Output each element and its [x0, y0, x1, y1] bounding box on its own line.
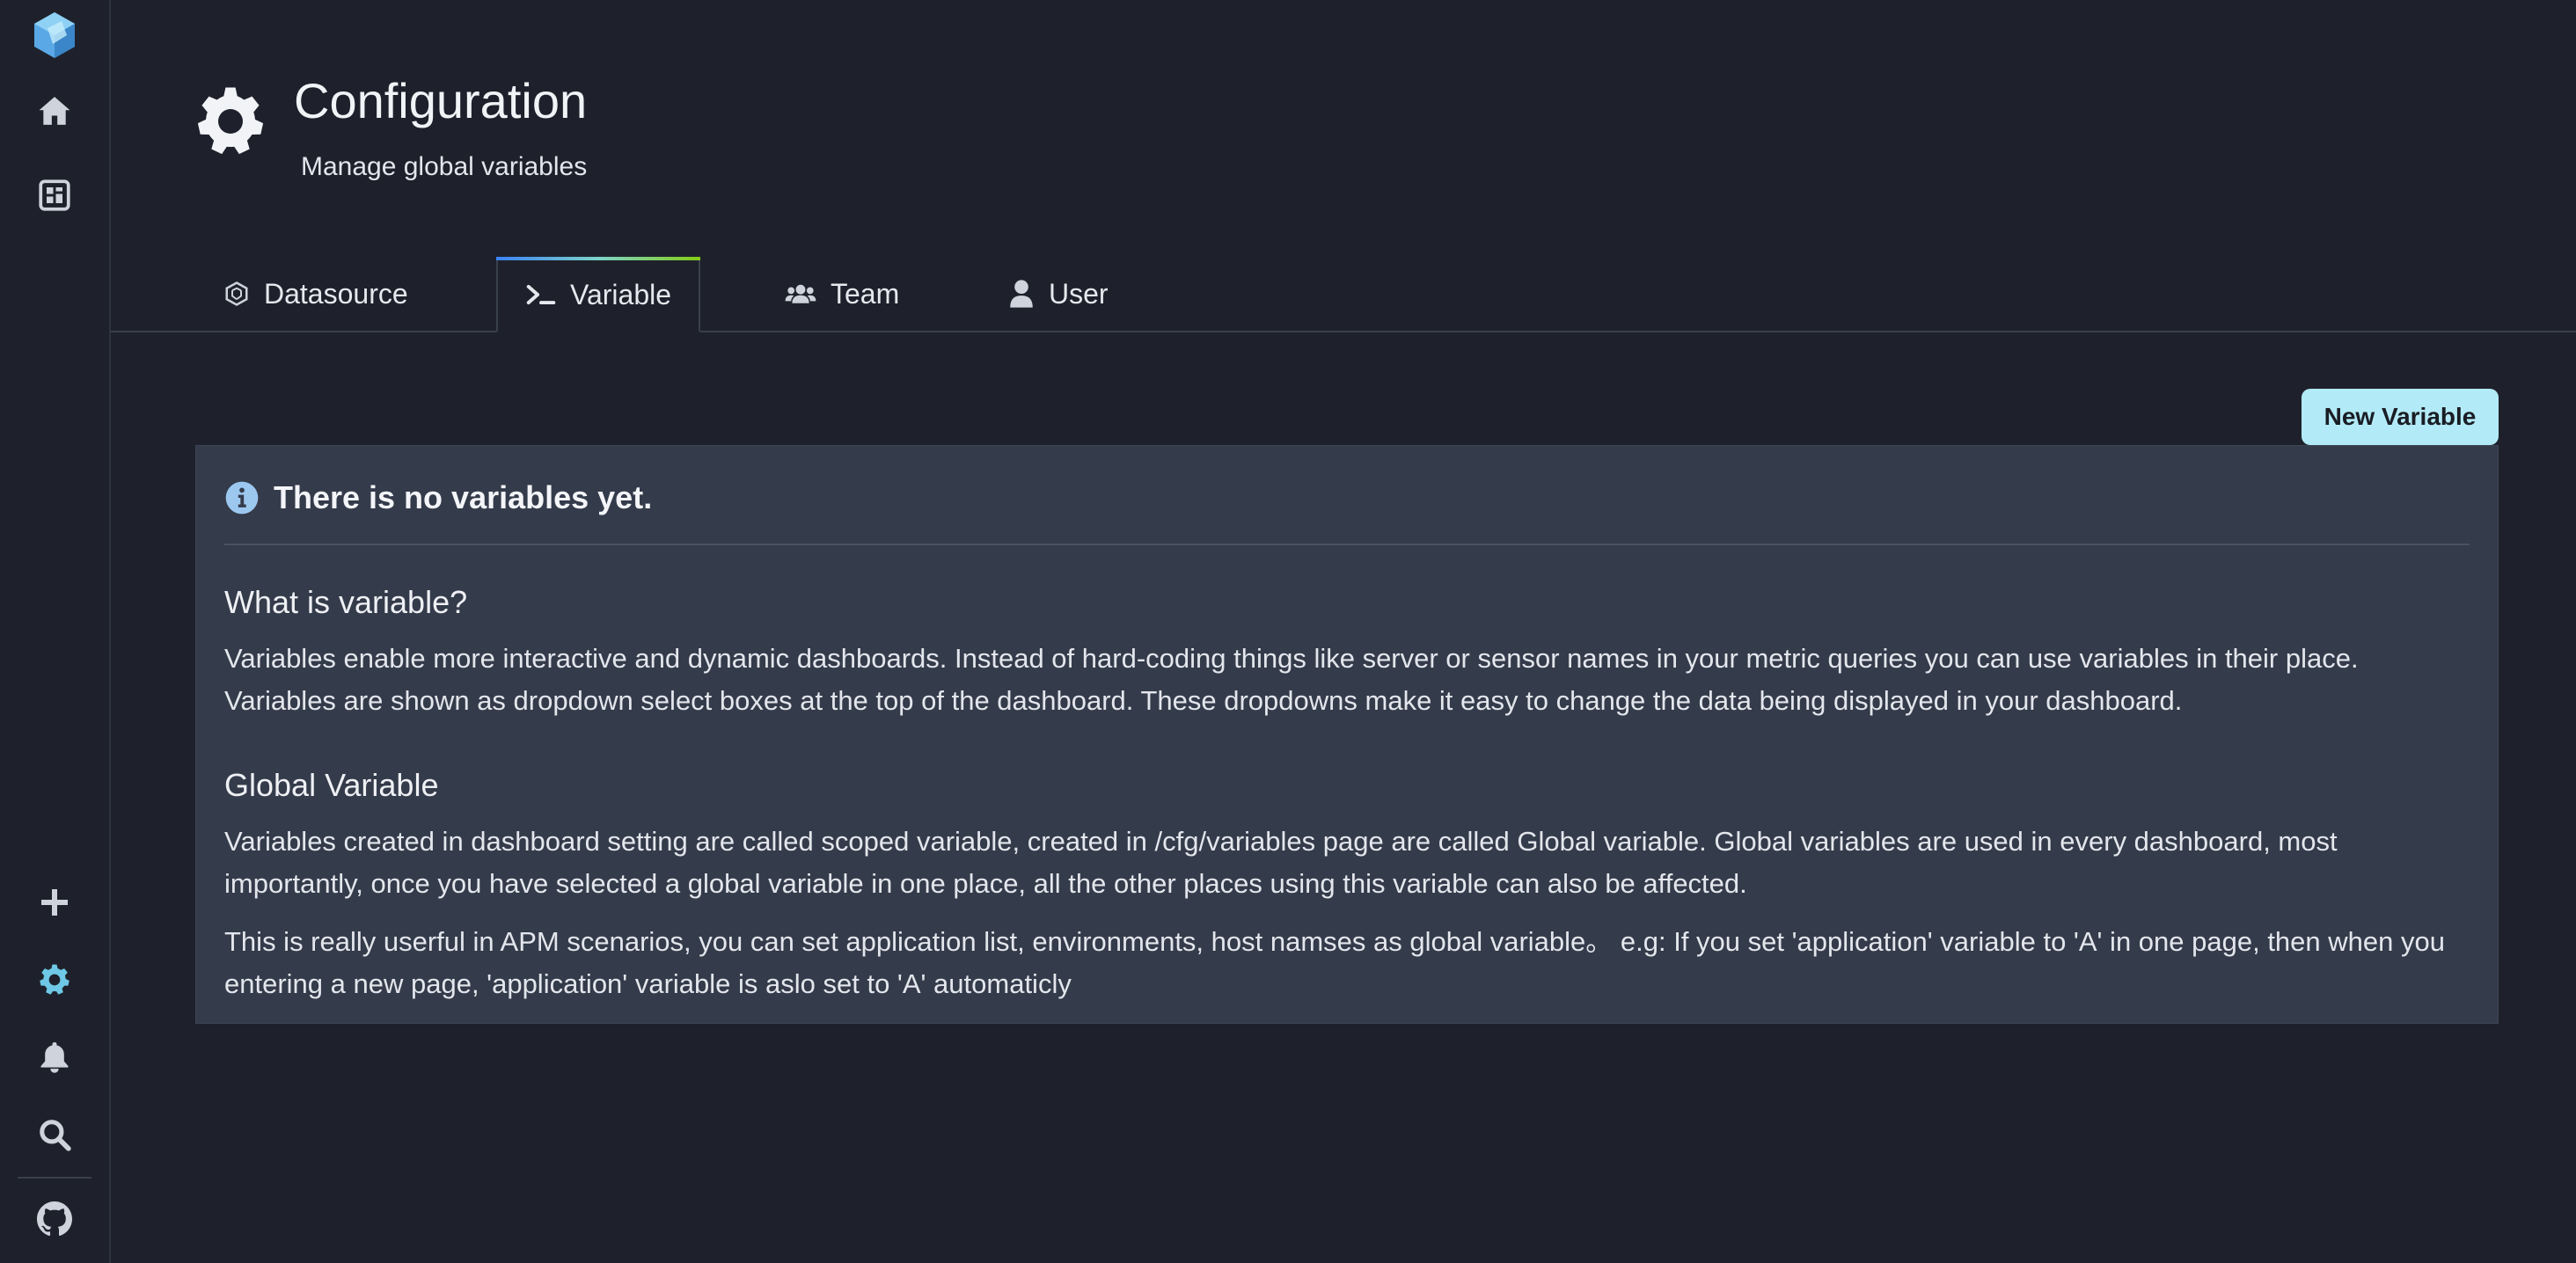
page-subtitle: Manage global variables: [301, 152, 588, 181]
sidebar-item-logo[interactable]: [0, 0, 109, 70]
tab-variable[interactable]: Variable: [496, 257, 700, 332]
empty-state-header: There is no variables yet.: [224, 472, 2470, 523]
logo-icon: [34, 12, 75, 58]
tab-user-label: User: [1049, 277, 1109, 310]
page-title: Configuration: [294, 73, 588, 128]
section-paragraph: Variables enable more interactive and dy…: [224, 643, 2359, 716]
sidebar-item-dashboards[interactable]: [0, 160, 109, 230]
sidebar-item-github[interactable]: [0, 1184, 109, 1254]
sidebar-item-search[interactable]: [0, 1099, 109, 1170]
tabs-divider: [111, 331, 2576, 332]
tab-variable-label: Variable: [570, 278, 672, 310]
tab-datasource[interactable]: Datasource: [195, 257, 436, 331]
section-paragraph: Variables created in dashboard setting a…: [224, 826, 2338, 899]
team-icon: [785, 284, 816, 303]
dashboard-icon: [39, 179, 70, 211]
sidebar-item-new[interactable]: [0, 867, 109, 938]
new-variable-button[interactable]: New Variable: [2302, 389, 2499, 445]
datasource-icon: [225, 281, 248, 306]
tab-datasource-label: Datasource: [264, 277, 408, 310]
plus-icon: [41, 889, 68, 916]
gear-icon: [197, 87, 264, 155]
sidebar-item-configuration[interactable]: [0, 945, 109, 1015]
sidebar: [0, 0, 111, 1263]
gear-icon: [40, 964, 70, 995]
search-icon: [40, 1120, 71, 1151]
empty-state-title: There is no variables yet.: [274, 479, 653, 515]
tab-team-label: Team: [831, 277, 900, 310]
tab-team[interactable]: Team: [757, 257, 927, 331]
sidebar-item-alerting[interactable]: [0, 1022, 109, 1092]
section-heading-global-variable: Global Variable: [224, 767, 439, 803]
bell-icon: [40, 1042, 69, 1073]
empty-state-panel: There is no variables yet. What is varia…: [195, 445, 2499, 1024]
panel-divider: [224, 544, 2470, 545]
sidebar-item-home[interactable]: [0, 76, 109, 146]
section-heading-what-is-variable: What is variable?: [224, 584, 468, 620]
section-paragraph: This is really userful in APM scenarios,…: [224, 926, 2445, 999]
github-icon: [37, 1201, 72, 1237]
user-icon: [1010, 280, 1033, 308]
sidebar-divider: [18, 1177, 91, 1179]
tab-user[interactable]: User: [980, 257, 1137, 331]
info-icon: [225, 481, 259, 515]
home-icon: [39, 97, 70, 125]
terminal-icon: [526, 284, 556, 305]
